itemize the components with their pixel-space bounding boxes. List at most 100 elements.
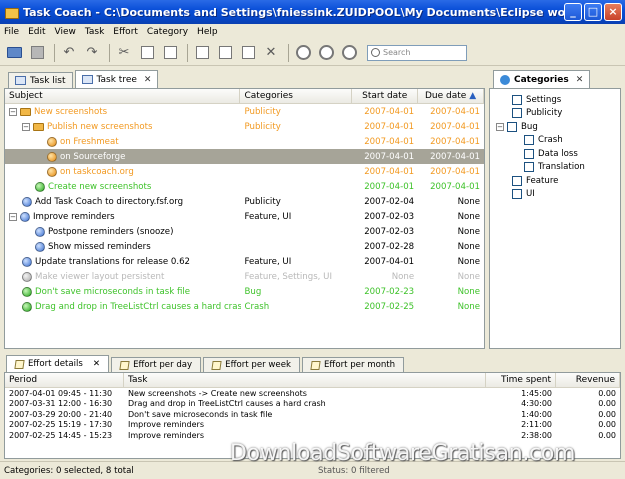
task-status-icon [35, 226, 45, 237]
task-row-selected[interactable]: on Sourceforge 2007-04-01 2007-04-01 [5, 149, 484, 164]
delete-icon: ✕ [265, 45, 277, 60]
task-row[interactable]: Show missed reminders 2007-02-28 None [5, 239, 484, 254]
effort-row[interactable]: 2007-02-25 14:45 - 15:23 Improve reminde… [5, 430, 620, 441]
category-item[interactable]: Publicity [490, 107, 620, 121]
close-tab-icon[interactable]: ✕ [144, 75, 152, 85]
category-label: Translation [538, 162, 585, 173]
column-header-categories[interactable]: Categories [240, 89, 353, 103]
redo-button[interactable]: ↷ [82, 43, 102, 63]
task-due-date: 2007-04-01 [430, 151, 481, 162]
cut-button[interactable]: ✂ [114, 43, 134, 63]
start-tracking-button[interactable] [293, 43, 313, 63]
search-input[interactable]: Search [367, 44, 467, 61]
tab-effort-per-week[interactable]: Effort per week [203, 357, 300, 372]
column-header-revenue[interactable]: Revenue [556, 373, 620, 387]
copy-button[interactable] [137, 43, 157, 63]
task-row[interactable]: Drag and drop in TreeListCtrl causes a h… [5, 299, 484, 314]
title-bar: Task Coach - C:\Documents and Settings\f… [0, 0, 625, 24]
new-subtask-button[interactable] [215, 43, 235, 63]
task-subject: Drag and drop in TreeListCtrl causes a h… [35, 301, 241, 312]
task-row[interactable]: Add Task Coach to directory.fsf.org Publ… [5, 194, 484, 209]
collapse-icon[interactable]: − [22, 122, 30, 131]
tab-effort-details[interactable]: Effort details ✕ [6, 355, 110, 372]
category-checkbox[interactable] [524, 135, 534, 146]
minimize-button[interactable]: _ [564, 3, 582, 21]
task-row[interactable]: − Publish new screenshots Publicity 2007-… [5, 119, 484, 134]
menu-task[interactable]: Task [85, 27, 104, 37]
maximize-button[interactable]: □ [584, 3, 602, 21]
menu-edit[interactable]: Edit [28, 27, 45, 37]
toolbar: ↶ ↷ ✂ ✕ Search [0, 40, 625, 66]
category-item[interactable]: UI [490, 188, 620, 202]
task-row[interactable]: − New screenshots Publicity 2007-04-01 20… [5, 104, 484, 119]
column-header-subject[interactable]: Subject [5, 89, 241, 103]
task-tree-grid[interactable]: Subject Categories Start date Due date ▲… [4, 88, 485, 349]
category-checkbox[interactable] [512, 108, 522, 119]
no-tracking-button[interactable] [339, 43, 359, 63]
stop-tracking-button[interactable] [316, 43, 336, 63]
task-status-icon [22, 301, 32, 312]
task-row[interactable]: − Improve reminders Feature, UI 2007-02-0… [5, 209, 484, 224]
new-task-button[interactable] [192, 43, 212, 63]
task-row[interactable]: Don't save microseconds in task file Bug… [5, 284, 484, 299]
open-button[interactable] [4, 43, 24, 63]
column-header-time-spent[interactable]: Time spent [486, 373, 556, 387]
close-tab-icon[interactable]: ✕ [93, 359, 100, 369]
category-label: Bug [521, 121, 538, 132]
menu-file[interactable]: File [4, 27, 19, 37]
category-item[interactable]: Translation [490, 161, 620, 175]
menu-effort[interactable]: Effort [113, 27, 138, 37]
task-row[interactable]: Update translations for release 0.62 Fea… [5, 254, 484, 269]
categories-icon [500, 74, 510, 85]
effort-row[interactable]: 2007-03-29 20:00 - 21:40 Don't save micr… [5, 409, 620, 420]
category-item[interactable]: Data loss [490, 147, 620, 161]
effort-period: 2007-03-31 12:00 - 16:30 [9, 399, 113, 409]
task-start-date: None [391, 271, 415, 282]
category-checkbox[interactable] [507, 121, 517, 132]
category-checkbox[interactable] [524, 148, 534, 159]
paste-button[interactable] [160, 43, 180, 63]
collapse-icon[interactable]: − [496, 122, 504, 131]
undo-button[interactable]: ↶ [59, 43, 79, 63]
category-item[interactable]: Crash [490, 134, 620, 148]
column-header-start-date[interactable]: Start date [352, 89, 419, 103]
task-status-icon [35, 181, 45, 192]
tab-effort-per-day[interactable]: Effort per day [111, 357, 202, 372]
task-row[interactable]: on taskcoach.org 2007-04-01 2007-04-01 [5, 164, 484, 179]
menu-category[interactable]: Category [147, 27, 188, 37]
task-row[interactable]: Make viewer layout persistent Feature, S… [5, 269, 484, 284]
effort-row[interactable]: 2007-04-01 09:45 - 11:30 New screenshots… [5, 388, 620, 399]
menu-view[interactable]: View [55, 27, 76, 37]
category-tree[interactable]: Settings Publicity − Bug Crash Data loss … [489, 88, 621, 349]
close-tab-icon[interactable]: ✕ [576, 75, 584, 85]
column-header-period[interactable]: Period [5, 373, 124, 387]
category-checkbox[interactable] [512, 94, 522, 105]
menu-help[interactable]: Help [197, 27, 218, 37]
effort-row[interactable]: 2007-02-25 15:19 - 17:30 Improve reminde… [5, 420, 620, 431]
tab-task-tree[interactable]: Task tree ✕ [74, 70, 159, 88]
search-icon [371, 48, 380, 57]
effort-row[interactable]: 2007-03-31 12:00 - 16:30 Drag and drop i… [5, 399, 620, 410]
category-checkbox[interactable] [524, 162, 534, 173]
task-due-date: None [457, 241, 481, 252]
category-item[interactable]: Feature [490, 174, 620, 188]
tab-categories[interactable]: Categories ✕ [493, 70, 591, 88]
task-subject: Create new screenshots [48, 181, 152, 192]
delete-task-button[interactable]: ✕ [261, 43, 281, 63]
task-row[interactable]: on Freshmeat 2007-04-01 2007-04-01 [5, 134, 484, 149]
collapse-icon[interactable]: − [9, 107, 17, 116]
collapse-icon[interactable]: − [9, 212, 17, 221]
category-item[interactable]: Settings [490, 93, 620, 107]
close-button[interactable]: × [604, 3, 622, 21]
tab-task-list[interactable]: Task list [8, 72, 73, 88]
task-row[interactable]: Postpone reminders (snooze) 2007-02-03 N… [5, 224, 484, 239]
column-header-task[interactable]: Task [124, 373, 486, 387]
tab-effort-per-month[interactable]: Effort per month [301, 357, 405, 372]
column-header-due-date[interactable]: Due date ▲ [418, 89, 484, 103]
category-checkbox[interactable] [512, 189, 522, 200]
category-checkbox[interactable] [512, 175, 522, 186]
edit-task-button[interactable] [238, 43, 258, 63]
category-item[interactable]: − Bug [490, 120, 620, 134]
task-row[interactable]: Create new screenshots 2007-04-01 2007-0… [5, 179, 484, 194]
save-button[interactable] [27, 43, 47, 63]
